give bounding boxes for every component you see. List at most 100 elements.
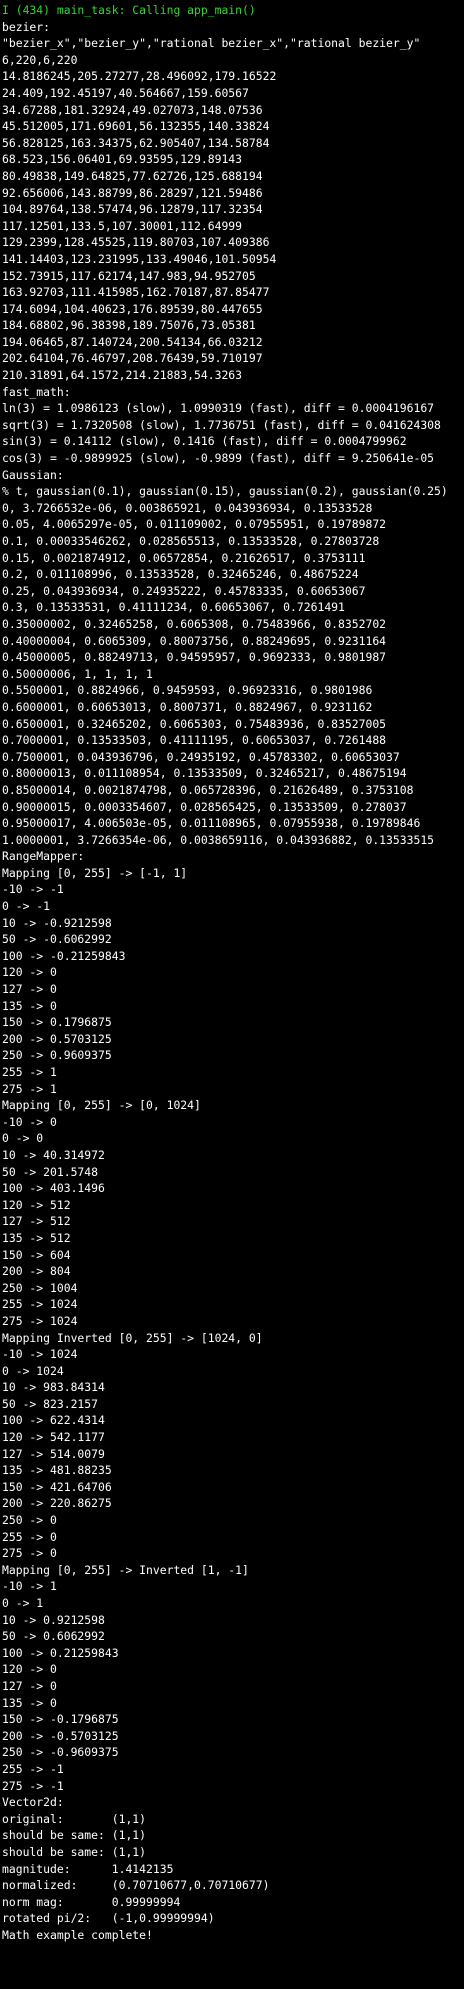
output-line: Vector2d: [2,1795,64,1810]
output-line: Math example complete! [2,1927,153,1942]
output-line: 80.49838,149.64825,77.62726,125.688194 [2,168,263,183]
output-line: 0, 3.7266532e-06, 0.003865921, 0.0439369… [2,500,373,515]
output-line: ln(3) = 1.0986123 (slow), 1.0990319 (fas… [2,401,435,416]
output-line: Gaussian: [2,467,64,482]
output-line: 24.409,192.45197,40.564667,159.60567 [2,85,249,100]
output-line: 200 -> -0.5703125 [2,1728,119,1743]
terminal-output[interactable]: I (434) main_task: Calling app_main() be… [0,0,464,1989]
output-line: 0.90000015, 0.0003354607, 0.028565425, 0… [2,799,407,814]
output-line: Mapping [0, 255] -> [-1, 1] [2,865,188,880]
output-line: 117.12501,133.5,107.30001,112.64999 [2,218,243,233]
output-line: 200 -> 220.86275 [2,1496,112,1511]
output-line: should be same: (1,1) [2,1844,147,1859]
output-line: 120 -> 542.1177 [2,1430,105,1445]
output-line: 255 -> 1 [2,1065,57,1079]
output-line: "bezier_x","bezier_y","rational bezier_x… [2,36,421,51]
output-line: 120 -> 0 [2,965,57,980]
output-line: 14.8186245,205.27277,28.496092,179.16522 [2,69,277,84]
output-line: 0.50000006, 1, 1, 1, 1 [2,666,153,681]
output-line: 10 -> 0.9212598 [2,1612,105,1627]
output-line: 135 -> 512 [2,1230,71,1245]
output-line: 202.64104,76.46797,208.76439,59.710197 [2,351,263,366]
output-line: 127 -> 514.0079 [2,1446,105,1461]
output-line: 174.6094,104.40623,176.89539,80.447655 [2,301,263,316]
output-line: 150 -> 0.1796875 [2,1015,112,1030]
output-line: 129.2399,128.45525,119.80703,107.409386 [2,235,270,250]
output-line: 275 -> 1024 [2,1313,78,1328]
output-line: 0.7000001, 0.13533503, 0.41111195, 0.606… [2,733,387,748]
output-line: 127 -> 512 [2,1214,71,1229]
output-line: 0.80000013, 0.011108954, 0.13533509, 0.3… [2,766,407,781]
output-line: % t, gaussian(0.1), gaussian(0.15), gaus… [2,484,448,499]
output-line: 250 -> 1004 [2,1280,78,1295]
output-line: 210.31891,64.1572,214.21883,54.3263 [2,368,243,383]
output-line: should be same: (1,1) [2,1828,147,1843]
output-line: 0.2, 0.011108996, 0.13533528, 0.32465246… [2,567,359,582]
log-header-line: I (434) main_task: Calling app_main() [2,3,256,17]
output-line: 255 -> 0 [2,1529,57,1544]
output-line: 250 -> -0.9609375 [2,1745,119,1760]
output-line: 50 -> 0.6062992 [2,1629,105,1644]
output-line: normalized: (0.70710677,0.70710677) [2,1878,270,1893]
output-line: 0.45000005, 0.88249713, 0.94595957, 0.96… [2,650,387,665]
output-line: 104.89764,138.57474,96.12879,117.32354 [2,202,263,217]
output-line: 0.40000004, 0.6065309, 0.80073756, 0.882… [2,633,387,648]
output-line: 0.85000014, 0.0021874798, 0.065728396, 0… [2,782,414,797]
output-line: 250 -> 0.9609375 [2,1048,112,1063]
output-line: 150 -> 421.64706 [2,1479,112,1494]
output-line: 135 -> 0 [2,998,57,1013]
output-line: 184.68802,96.38398,189.75076,73.05381 [2,318,256,333]
output-line: 100 -> 0.21259843 [2,1645,119,1660]
output-line: bezier: [2,19,51,34]
output-line: fast_math: [2,384,71,399]
output-line: 0.1, 0.00033546262, 0.028565513, 0.13533… [2,534,380,548]
output-line: 6,220,6,220 [2,52,78,67]
output-line: 0 -> 1024 [2,1363,64,1378]
output-line: 0.6500001, 0.32465202, 0.6065303, 0.7548… [2,716,387,731]
output-line: 0.6000001, 0.60653013, 0.8007371, 0.8824… [2,699,373,714]
output-line: 68.523,156.06401,69.93595,129.89143 [2,152,243,167]
output-line: rotated pi/2: (-1,0.99999994) [2,1911,215,1926]
output-line: sin(3) = 0.14112 (slow), 0.1416 (fast), … [2,434,407,449]
output-line: 0.5500001, 0.8824966, 0.9459593, 0.96923… [2,683,373,698]
output-line: 56.828125,163.34375,62.905407,134.58784 [2,135,270,150]
output-line: 0 -> 0 [2,1131,44,1146]
output-line: 50 -> 823.2157 [2,1396,99,1411]
output-line: sqrt(3) = 1.7320508 (slow), 1.7736751 (f… [2,417,441,432]
output-line: cos(3) = -0.9899925 (slow), -0.9899 (fas… [2,451,435,466]
output-line: RangeMapper: [2,849,85,864]
output-line: 0.25, 0.043936934, 0.24935222, 0.4578333… [2,583,366,598]
output-line: 120 -> 0 [2,1662,57,1677]
output-line: 1.0000001, 3.7266354e-06, 0.0038659116, … [2,832,435,847]
output-line: magnitude: 1.4142135 [2,1861,174,1876]
output-line: 0 -> -1 [2,899,51,914]
output-line: 275 -> 0 [2,1546,57,1561]
output-line: 250 -> 0 [2,1513,57,1528]
output-line: -10 -> 1 [2,1579,57,1594]
output-line: 135 -> 481.88235 [2,1463,112,1478]
output-line: 127 -> 0 [2,982,57,997]
output-line: 0.05, 4.0065297e-05, 0.011109002, 0.0795… [2,517,387,532]
output-line: 0 -> 1 [2,1596,44,1610]
output-line: 0.7500001, 0.043936796, 0.24935192, 0.45… [2,749,400,764]
output-line: 152.73915,117.62174,147.983,94.952705 [2,268,256,283]
output-line: 0.95000017, 4.006503e-05, 0.011108965, 0… [2,816,421,831]
output-line: 100 -> 403.1496 [2,1181,105,1196]
output-line: 135 -> 0 [2,1695,57,1710]
output-line: 194.06465,87.140724,200.54134,66.03212 [2,334,263,349]
output-line: 150 -> -0.1796875 [2,1712,119,1727]
output-line: -10 -> 0 [2,1114,57,1129]
output-line: 50 -> 201.5748 [2,1164,99,1179]
output-line: 163.92703,111.415985,162.70187,87.85477 [2,285,270,300]
output-line: 50 -> -0.6062992 [2,932,112,947]
output-line: 34.67288,181.32924,49.027073,148.07536 [2,102,263,117]
output-line: 120 -> 512 [2,1197,71,1212]
output-line: 10 -> -0.9212598 [2,915,112,930]
output-line: -10 -> 1024 [2,1347,78,1362]
output-line: 100 -> 622.4314 [2,1413,105,1428]
output-line: 92.656006,143.88799,86.28297,121.59486 [2,185,263,200]
output-line: 45.512005,171.69601,56.132355,140.33824 [2,119,270,134]
output-line: norm mag: 0.99999994 [2,1894,181,1909]
output-line: 10 -> 983.84314 [2,1380,105,1395]
output-line: -10 -> -1 [2,882,64,897]
